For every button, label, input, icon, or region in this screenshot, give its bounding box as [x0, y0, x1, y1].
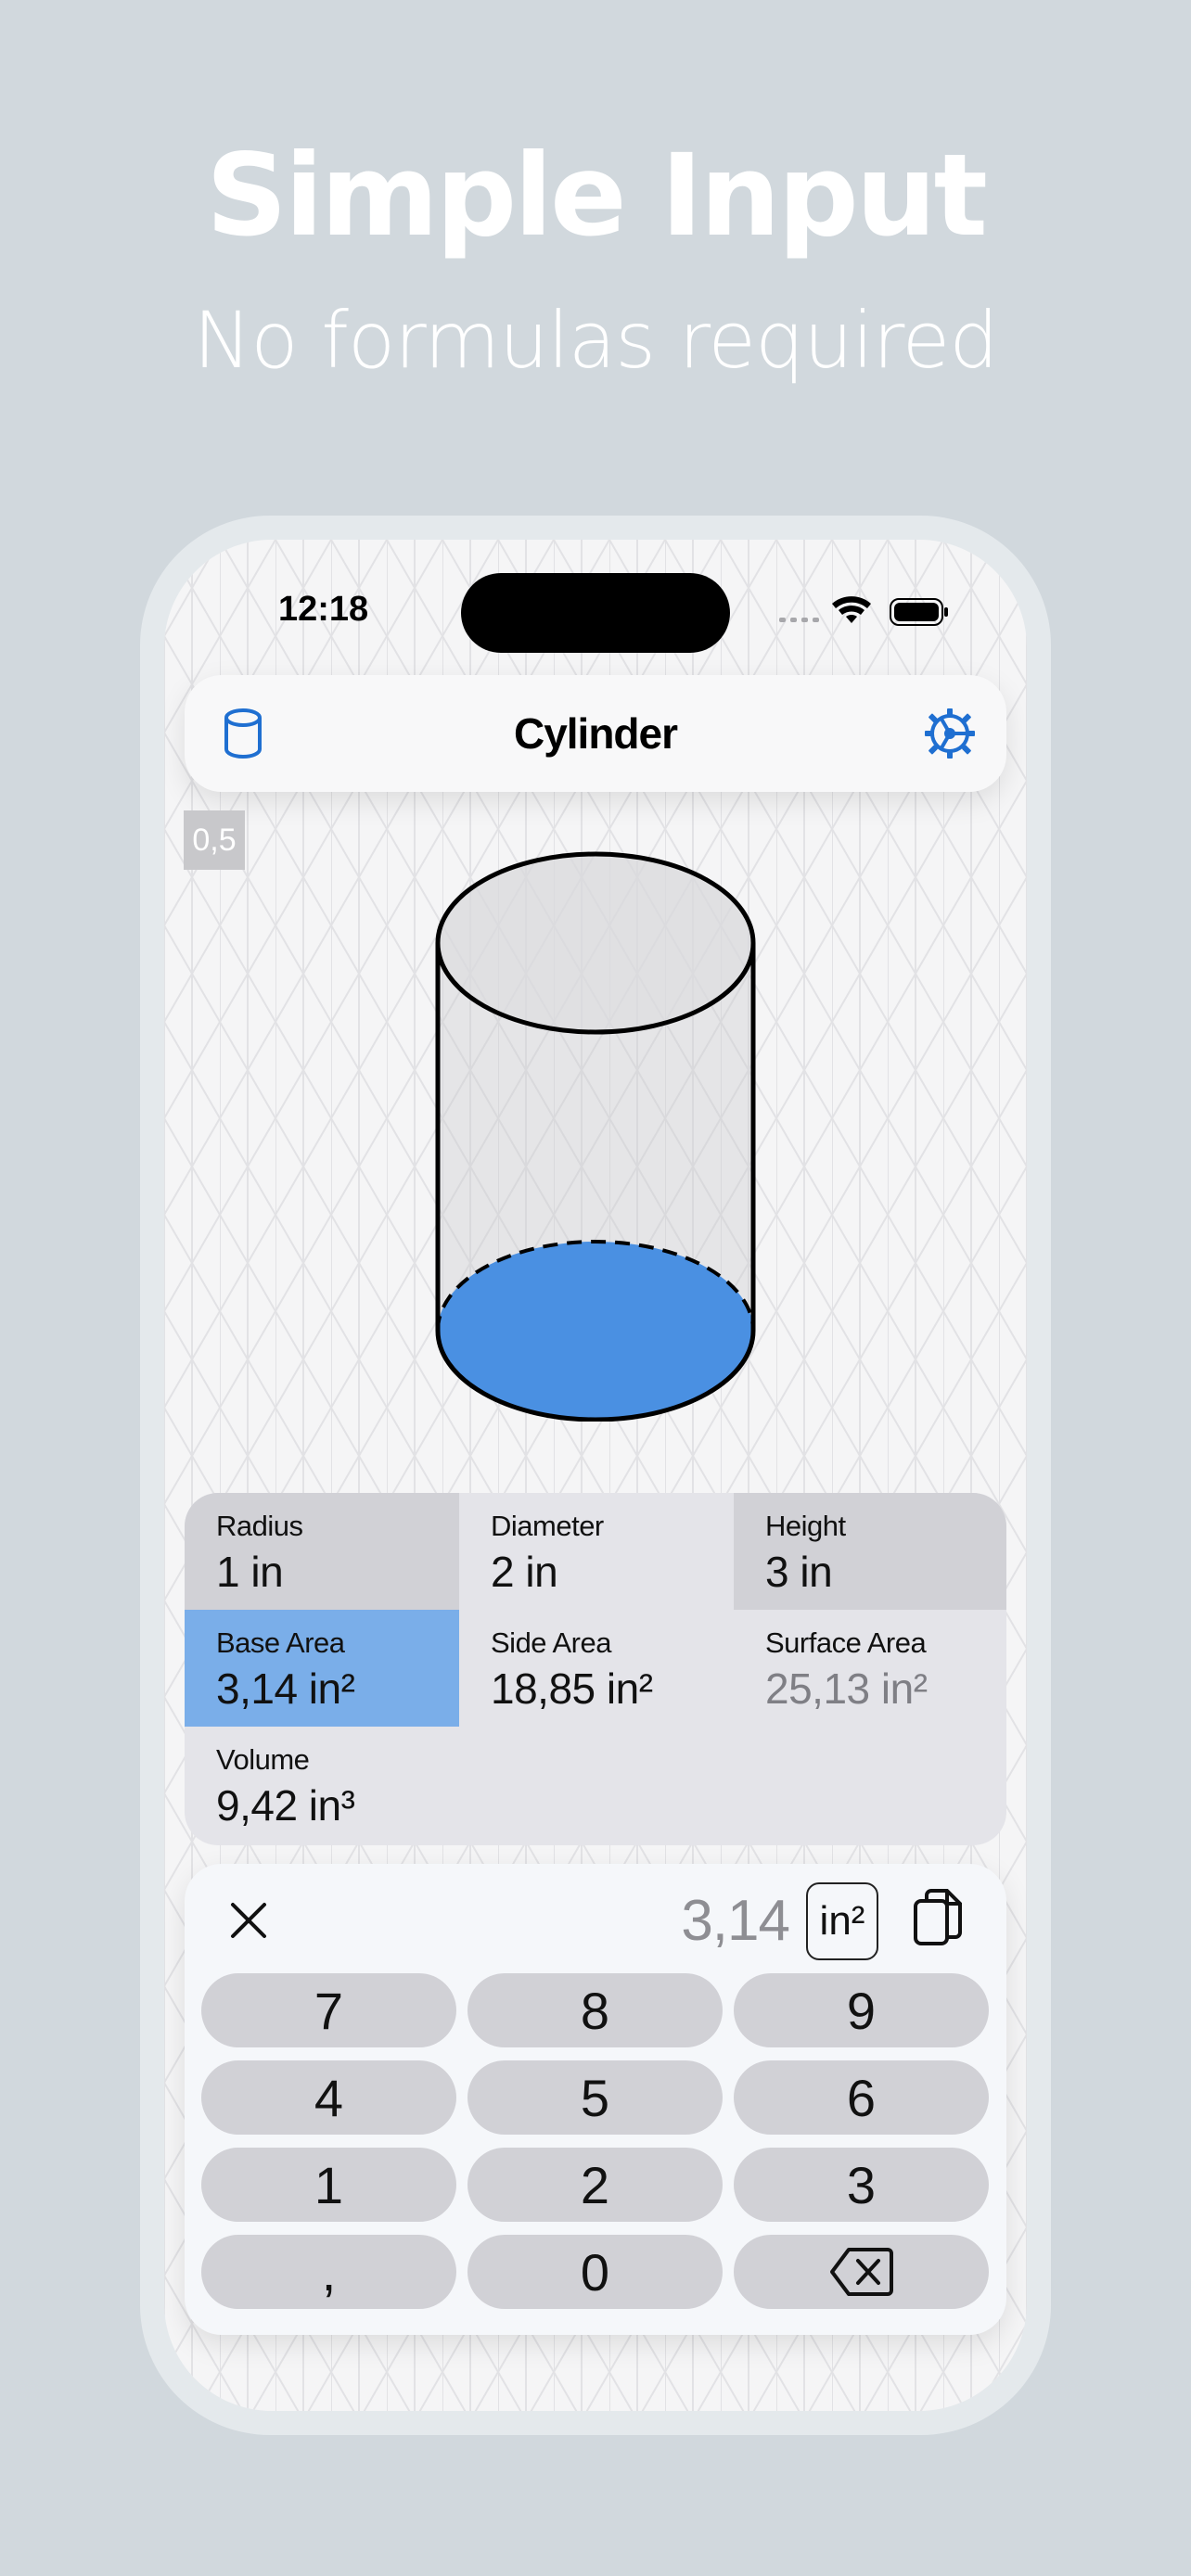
key-9[interactable]: 9: [734, 1973, 989, 2047]
key-1[interactable]: 1: [201, 2148, 456, 2222]
values-panel: Radius 1 in Diameter 2 in Height 3 in Ba…: [185, 1493, 1006, 1845]
key-6[interactable]: 6: [734, 2060, 989, 2135]
height-label: Height: [765, 1510, 846, 1542]
numeric-keypad: 3,14 in² 7 8 9 4 5 6 1 2 3 , 0: [185, 1864, 1006, 2335]
page-title: Cylinder: [513, 709, 678, 758]
surface-area-value: 25,13 in²: [765, 1664, 928, 1713]
status-icons: [779, 596, 948, 626]
base-area-label: Base Area: [216, 1626, 345, 1659]
backspace-icon: [829, 2248, 893, 2296]
radius-label: Radius: [216, 1510, 303, 1542]
input-value-display: 3,14: [681, 1889, 790, 1953]
side-area-label: Side Area: [491, 1626, 611, 1659]
unit-selector-button[interactable]: in²: [806, 1882, 878, 1960]
battery-icon: [890, 598, 948, 626]
navigation-bar: Cylinder: [185, 675, 1006, 792]
diameter-label: Diameter: [491, 1510, 604, 1542]
height-cell[interactable]: Height 3 in: [734, 1493, 1006, 1610]
side-area-value: 18,85 in²: [491, 1664, 653, 1713]
key-7[interactable]: 7: [201, 1973, 456, 2047]
wifi-icon: [832, 596, 871, 623]
diameter-cell[interactable]: Diameter 2 in: [459, 1493, 734, 1610]
side-area-cell[interactable]: Side Area 18,85 in²: [459, 1610, 734, 1727]
promo-headline: Simple Input: [206, 130, 988, 261]
scale-badge: 0,5: [184, 810, 245, 870]
dynamic-island: [461, 573, 730, 653]
key-3[interactable]: 3: [734, 2148, 989, 2222]
radius-value: 1 in: [216, 1548, 284, 1596]
copy-icon[interactable]: [910, 1888, 966, 1953]
key-8[interactable]: 8: [467, 1973, 723, 2047]
key-decimal-comma[interactable]: ,: [201, 2235, 456, 2309]
volume-label: Volume: [216, 1743, 310, 1776]
height-value: 3 in: [765, 1548, 833, 1596]
backspace-button[interactable]: [734, 2235, 989, 2309]
key-0[interactable]: 0: [467, 2235, 723, 2309]
key-5[interactable]: 5: [467, 2060, 723, 2135]
key-2[interactable]: 2: [467, 2148, 723, 2222]
status-time: 12:18: [278, 590, 369, 629]
diameter-value: 2 in: [491, 1548, 558, 1596]
cylinder-figure: [435, 851, 756, 1422]
volume-value: 9,42 in³: [216, 1781, 355, 1830]
cellular-signal-icon: [779, 618, 819, 622]
app-screen: 12:18 Cylinder 0,5 Radius 1 in Diameter …: [164, 540, 1027, 2411]
volume-cell[interactable]: Volume 9,42 in³: [185, 1727, 459, 1843]
base-area-value: 3,14 in²: [216, 1664, 355, 1713]
settings-gear-icon[interactable]: [919, 703, 980, 764]
radius-cell[interactable]: Radius 1 in: [185, 1493, 459, 1610]
surface-area-label: Surface Area: [765, 1626, 927, 1659]
promo-subline: No formulas required: [193, 295, 998, 386]
surface-area-cell[interactable]: Surface Area 25,13 in²: [734, 1610, 1006, 1727]
close-icon[interactable]: [225, 1897, 272, 1944]
key-4[interactable]: 4: [201, 2060, 456, 2135]
base-area-cell[interactable]: Base Area 3,14 in²: [185, 1610, 459, 1727]
